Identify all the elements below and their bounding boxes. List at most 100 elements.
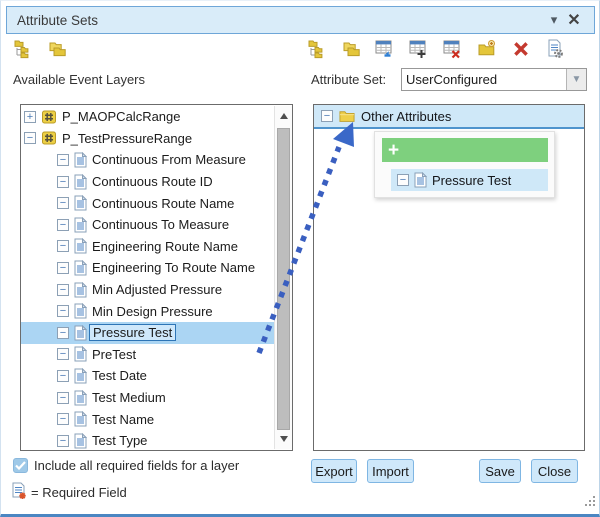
tree-item-engineering-to-route-name[interactable]: − Engineering To Route Name bbox=[21, 257, 274, 279]
expander-minus-icon[interactable]: − bbox=[57, 392, 69, 404]
table-delete-icon[interactable] bbox=[443, 38, 463, 60]
expander-minus-icon[interactable]: − bbox=[57, 413, 69, 425]
close-button[interactable]: Close bbox=[531, 459, 578, 483]
drag-ghost-label: Pressure Test bbox=[432, 173, 511, 188]
tree-item-label: Min Adjusted Pressure bbox=[92, 282, 222, 297]
scroll-down-icon[interactable] bbox=[275, 431, 292, 447]
tree-item-test-type[interactable]: − Test Type bbox=[21, 430, 274, 450]
tree-item-label: Test Medium bbox=[92, 390, 166, 405]
tree-item-continuous-from-measure[interactable]: − Continuous From Measure bbox=[21, 149, 274, 171]
attribute-icon bbox=[74, 346, 87, 362]
expander-minus-icon[interactable]: − bbox=[57, 262, 69, 274]
open-folders-icon[interactable] bbox=[341, 38, 361, 60]
event-layer-icon bbox=[41, 109, 57, 125]
tree-item-label: Engineering Route Name bbox=[92, 239, 238, 254]
export-button[interactable]: Export bbox=[311, 459, 357, 483]
table-forward-icon[interactable] bbox=[375, 38, 395, 60]
available-event-layers-heading: Available Event Layers bbox=[13, 72, 145, 87]
folder-new-icon[interactable] bbox=[477, 38, 497, 60]
expander-minus-icon[interactable]: − bbox=[57, 435, 69, 447]
dialog-title: Attribute Sets bbox=[17, 13, 544, 28]
tree-item-p-testpressurerange[interactable]: − P_TestPressureRange bbox=[21, 128, 274, 150]
expander-minus-icon[interactable]: − bbox=[57, 348, 69, 360]
scrollbar-thumb[interactable] bbox=[277, 128, 290, 430]
save-button[interactable]: Save bbox=[479, 459, 521, 483]
expander-minus-icon[interactable]: − bbox=[57, 219, 69, 231]
expander-minus-icon[interactable]: − bbox=[57, 154, 69, 166]
tree-item-label: Test Name bbox=[92, 412, 154, 427]
required-field-legend: = Required Field bbox=[31, 485, 127, 500]
expander-minus-icon[interactable]: − bbox=[57, 240, 69, 252]
drag-ghost: + − Pressure Test bbox=[374, 131, 555, 198]
expander-minus-icon[interactable]: − bbox=[57, 284, 69, 296]
tree-item-continuous-route-id[interactable]: − Continuous Route ID bbox=[21, 171, 274, 193]
tree-item-engineering-route-name[interactable]: − Engineering Route Name bbox=[21, 236, 274, 258]
tree-item-continuous-to-measure[interactable]: − Continuous To Measure bbox=[21, 214, 274, 236]
tree-item-pretest[interactable]: − PreTest bbox=[21, 344, 274, 366]
attribute-icon bbox=[74, 152, 87, 168]
resize-grip[interactable] bbox=[584, 494, 596, 512]
attribute-icon bbox=[74, 238, 87, 254]
attribute-set-dropdown[interactable]: UserConfigured ▼ bbox=[401, 68, 587, 91]
import-button[interactable]: Import bbox=[367, 459, 414, 483]
collapse-icon[interactable]: ▾ bbox=[544, 10, 564, 30]
tree-item-test-date[interactable]: − Test Date bbox=[21, 365, 274, 387]
tree-item-label: Continuous Route Name bbox=[92, 196, 234, 211]
attribute-set-panel: − Other Attributes + − bbox=[313, 104, 585, 451]
expander-minus-icon[interactable]: − bbox=[57, 176, 69, 188]
expander-minus-icon[interactable]: − bbox=[57, 305, 69, 317]
chevron-down-icon[interactable]: ▼ bbox=[566, 69, 586, 90]
attribute-icon bbox=[74, 217, 87, 233]
attribute-icon bbox=[74, 282, 87, 298]
scroll-up-icon[interactable] bbox=[275, 108, 292, 124]
attribute-icon bbox=[74, 174, 87, 190]
attribute-set-tree-icon[interactable] bbox=[13, 38, 33, 60]
tree-item-label: Test Date bbox=[92, 368, 147, 383]
expander-minus-icon[interactable]: − bbox=[321, 110, 333, 122]
tree-item-test-medium[interactable]: − Test Medium bbox=[21, 387, 274, 409]
tree-item-label: P_TestPressureRange bbox=[62, 131, 192, 146]
vertical-scrollbar[interactable] bbox=[274, 106, 292, 449]
tree-item-label: Test Type bbox=[92, 433, 147, 448]
event-layer-tree: + P_MAOPCalcRange− P_TestPressureRange− … bbox=[21, 106, 274, 450]
attribute-icon bbox=[74, 260, 87, 276]
attribute-icon bbox=[74, 390, 87, 406]
tree-item-label: Continuous From Measure bbox=[92, 152, 246, 167]
open-folders-icon[interactable] bbox=[47, 38, 67, 60]
attribute-icon bbox=[74, 433, 87, 449]
attribute-set-label: Attribute Set: bbox=[311, 72, 386, 87]
tree-item-label: Min Design Pressure bbox=[92, 304, 213, 319]
tree-item-p-maopcalcrange[interactable]: + P_MAOPCalcRange bbox=[21, 106, 274, 128]
attribute-sets-dialog: Attribute Sets ▾ ✕ bbox=[0, 0, 600, 517]
expander-minus-icon[interactable]: − bbox=[57, 197, 69, 209]
dialog-titlebar[interactable]: Attribute Sets ▾ ✕ bbox=[6, 6, 595, 34]
include-required-fields-checkbox[interactable] bbox=[13, 458, 28, 473]
tree-item-pressure-test[interactable]: − Pressure Test bbox=[21, 322, 274, 344]
tree-item-min-design-pressure[interactable]: − Min Design Pressure bbox=[21, 300, 274, 322]
required-field-icon bbox=[11, 482, 27, 505]
toolbar-left bbox=[13, 38, 67, 60]
tree-item-min-adjusted-pressure[interactable]: − Min Adjusted Pressure bbox=[21, 279, 274, 301]
plus-icon: + bbox=[388, 141, 399, 160]
attribute-icon bbox=[74, 368, 87, 384]
tree-item-continuous-route-name[interactable]: − Continuous Route Name bbox=[21, 192, 274, 214]
expander-minus-icon[interactable]: − bbox=[24, 132, 36, 144]
expander-minus-icon: − bbox=[397, 174, 409, 186]
delete-x-icon[interactable] bbox=[511, 38, 531, 60]
tree-item-label: Continuous To Measure bbox=[92, 217, 229, 232]
attribute-icon bbox=[414, 172, 427, 188]
close-icon[interactable]: ✕ bbox=[564, 10, 584, 30]
attribute-set-tree-icon[interactable] bbox=[307, 38, 327, 60]
file-gear-icon[interactable] bbox=[545, 38, 565, 60]
tree-item-test-name[interactable]: − Test Name bbox=[21, 408, 274, 430]
expander-minus-icon[interactable]: − bbox=[57, 327, 69, 339]
tree-item-label: PreTest bbox=[92, 347, 136, 362]
expander-minus-icon[interactable]: − bbox=[57, 370, 69, 382]
tree-item-label: Pressure Test bbox=[89, 324, 176, 341]
table-add-icon[interactable] bbox=[409, 38, 429, 60]
tree-item-label: Engineering To Route Name bbox=[92, 260, 255, 275]
other-attributes-row[interactable]: − Other Attributes bbox=[314, 105, 584, 129]
expander-plus-icon[interactable]: + bbox=[24, 111, 36, 123]
include-required-fields-label: Include all required fields for a layer bbox=[34, 458, 239, 473]
folder-icon bbox=[339, 108, 355, 124]
